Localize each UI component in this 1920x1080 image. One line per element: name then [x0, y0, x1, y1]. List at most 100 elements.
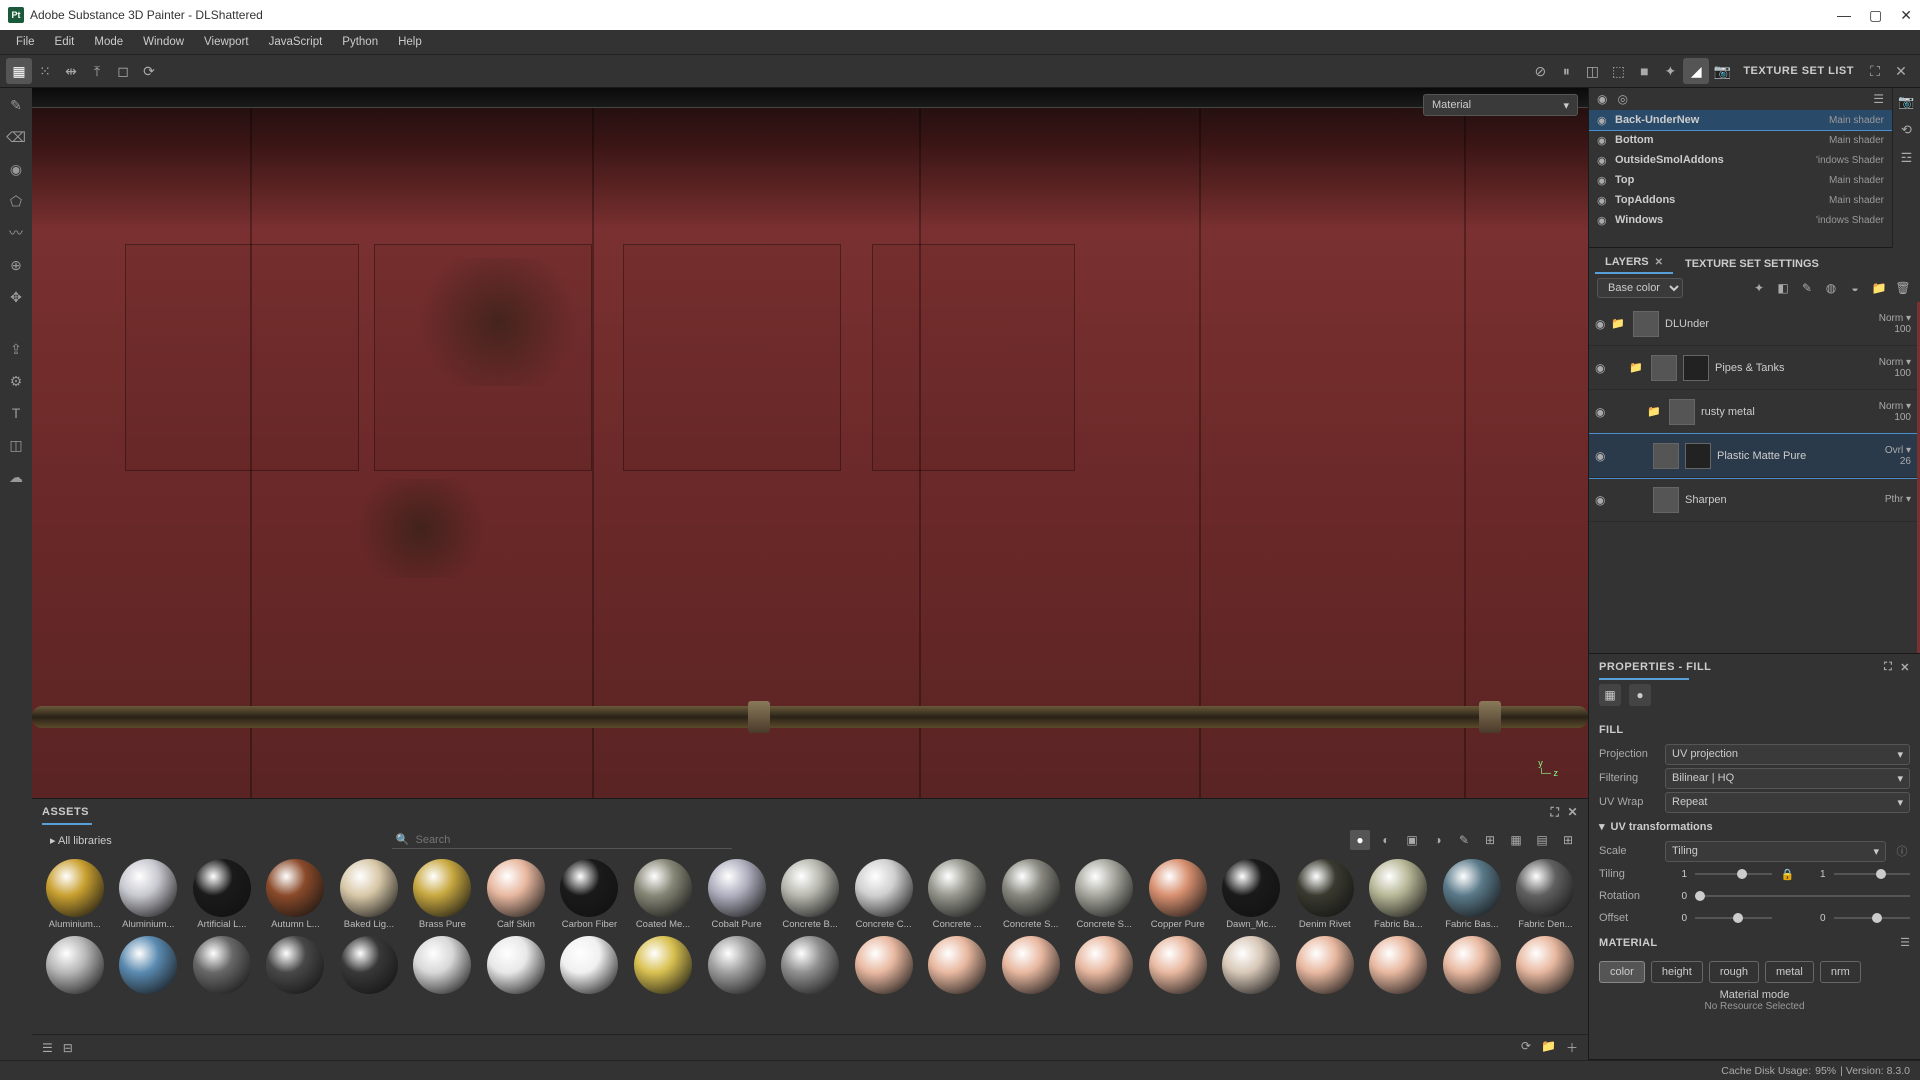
filter-material-icon[interactable]: ●: [1350, 830, 1370, 850]
texture-set-row[interactable]: ◉OutsideSmolAddons'indows Shader: [1589, 150, 1892, 170]
maximize-button[interactable]: ▢: [1869, 7, 1882, 24]
3d-viewport[interactable]: Material▾ y└─ z: [32, 88, 1588, 798]
screenshot-icon[interactable]: 📷: [1709, 58, 1735, 84]
smudge-icon[interactable]: 〰: [5, 222, 27, 244]
filter-alpha-icon[interactable]: ⊞: [1480, 830, 1500, 850]
assets-expand-icon[interactable]: ⛶: [1551, 805, 1560, 820]
asset-item[interactable]: Baked Lig...: [336, 859, 402, 930]
asset-item[interactable]: Brass Pure: [410, 859, 476, 930]
eye-icon[interactable]: ◉: [1597, 194, 1611, 207]
asset-item[interactable]: Dawn_Mc...: [1219, 859, 1285, 930]
material-channel-nrm[interactable]: nrm: [1820, 961, 1861, 983]
texture-set-row[interactable]: ◉TopAddonsMain shader: [1589, 190, 1892, 210]
tiling-slider-a[interactable]: [1695, 867, 1772, 881]
asset-item[interactable]: Copper Pure: [1145, 859, 1211, 930]
asset-item[interactable]: [483, 936, 549, 1007]
prop-fill-icon[interactable]: ▦: [1599, 684, 1621, 706]
asset-item[interactable]: [1366, 936, 1432, 1007]
resource-icon[interactable]: ◫: [5, 434, 27, 456]
info-icon[interactable]: ⓘ: [1894, 843, 1910, 859]
asset-item[interactable]: Fabric Den...: [1513, 859, 1579, 930]
minimize-button[interactable]: —: [1837, 7, 1851, 24]
all-libraries-dropdown[interactable]: ▸ All libraries: [42, 830, 120, 851]
layer-thumb[interactable]: [1653, 487, 1679, 513]
asset-item[interactable]: [851, 936, 917, 1007]
mirror-y-icon[interactable]: ⤒: [84, 58, 110, 84]
rside-log-icon[interactable]: ☲: [1901, 150, 1913, 166]
texture-set-row[interactable]: ◉BottomMain shader: [1589, 130, 1892, 150]
asset-item[interactable]: [42, 936, 108, 1007]
offset-slider-b[interactable]: [1834, 911, 1911, 925]
filtering-dropdown[interactable]: Bilinear | HQ▾: [1665, 768, 1910, 789]
rside-history-icon[interactable]: ⟲: [1901, 122, 1912, 138]
eye-icon[interactable]: ◉: [1597, 134, 1611, 147]
menu-mode[interactable]: Mode: [84, 33, 133, 51]
text-icon[interactable]: T: [5, 402, 27, 424]
folder-icon[interactable]: 📁: [1629, 361, 1645, 374]
channel-select[interactable]: Base color: [1597, 278, 1683, 298]
view-grid-icon[interactable]: ⊞: [1558, 830, 1578, 850]
asset-item[interactable]: [704, 936, 770, 1007]
material-picker-icon[interactable]: ✥: [5, 286, 27, 308]
rside-camera-icon[interactable]: 📷: [1898, 94, 1914, 110]
fill-layer-icon[interactable]: ◍: [1822, 279, 1840, 297]
layer-thumb[interactable]: [1669, 399, 1695, 425]
search-input[interactable]: [415, 834, 727, 846]
menu-javascript[interactable]: JavaScript: [259, 33, 333, 51]
menu-help[interactable]: Help: [388, 33, 432, 51]
lock-icon[interactable]: 🔒: [1780, 868, 1796, 881]
texture-set-row[interactable]: ◉Windows'indows Shader: [1589, 210, 1892, 230]
asset-item[interactable]: [116, 936, 182, 1007]
filter-brush-icon[interactable]: ✎: [1454, 830, 1474, 850]
menu-python[interactable]: Python: [332, 33, 388, 51]
asset-item[interactable]: [777, 936, 843, 1007]
hide-icon[interactable]: ⊘: [1527, 58, 1553, 84]
perspective-icon[interactable]: ◫: [1579, 58, 1605, 84]
asset-item[interactable]: [924, 936, 990, 1007]
asset-item[interactable]: Aluminium...: [116, 859, 182, 930]
menu-window[interactable]: Window: [133, 33, 194, 51]
layer-mask[interactable]: [1685, 443, 1711, 469]
pause-icon[interactable]: ⏸: [1553, 58, 1579, 84]
asset-add-icon[interactable]: ＋: [1566, 1039, 1578, 1056]
layer-row[interactable]: ◉📁Pipes & TanksNorm ▾100: [1589, 346, 1917, 390]
edit-icon[interactable]: ✎: [1798, 279, 1816, 297]
send-icon[interactable]: ☁: [5, 466, 27, 488]
filter-smart-icon[interactable]: ◐: [1376, 830, 1396, 850]
brush-icon[interactable]: ✎: [5, 94, 27, 116]
asset-item[interactable]: Fabric Bas...: [1439, 859, 1505, 930]
menu-viewport[interactable]: Viewport: [194, 33, 259, 51]
asset-item[interactable]: Carbon Fiber: [557, 859, 623, 930]
asset-item[interactable]: [1292, 936, 1358, 1007]
mirror-x-icon[interactable]: ⇹: [58, 58, 84, 84]
eye-icon[interactable]: ◉: [1595, 493, 1611, 507]
asset-item[interactable]: [1071, 936, 1137, 1007]
iray-icon[interactable]: ✦: [1657, 58, 1683, 84]
layer-row[interactable]: ◉Plastic Matte PureOvrl ▾26: [1589, 434, 1917, 478]
asset-item[interactable]: [630, 936, 696, 1007]
asset-item[interactable]: Artificial L...: [189, 859, 255, 930]
asset-item[interactable]: [189, 936, 255, 1007]
asset-item[interactable]: Concrete C...: [851, 859, 917, 930]
dots-icon[interactable]: ⁙: [32, 58, 58, 84]
effect-icon[interactable]: ✦: [1750, 279, 1768, 297]
filter-texture-icon[interactable]: ▣: [1402, 830, 1422, 850]
material-settings-icon[interactable]: ☰: [1900, 936, 1910, 949]
export-icon[interactable]: ⇪: [5, 338, 27, 360]
folder-icon[interactable]: 📁: [1611, 317, 1627, 330]
delete-icon[interactable]: 🗑: [1894, 279, 1912, 297]
layer-row[interactable]: ◉📁rusty metalNorm ▾100: [1589, 390, 1917, 434]
asset-item[interactable]: Cobalt Pure: [704, 859, 770, 930]
material-channel-rough[interactable]: rough: [1709, 961, 1759, 983]
assets-search[interactable]: 🔍: [392, 831, 732, 849]
eye-icon[interactable]: ◉: [1597, 174, 1611, 187]
offset-slider-a[interactable]: [1695, 911, 1772, 925]
close-panel-icon[interactable]: ✕: [1888, 58, 1914, 84]
projection-dropdown[interactable]: UV projection▾: [1665, 744, 1910, 765]
folder-icon[interactable]: 📁: [1647, 405, 1663, 418]
uvwrap-dropdown[interactable]: Repeat▾: [1665, 792, 1910, 813]
ts-eye-solo-icon[interactable]: ◎: [1617, 92, 1627, 106]
asset-item[interactable]: Concrete B...: [777, 859, 843, 930]
clone-icon[interactable]: ⊕: [5, 254, 27, 276]
eye-icon[interactable]: ◉: [1597, 114, 1611, 127]
